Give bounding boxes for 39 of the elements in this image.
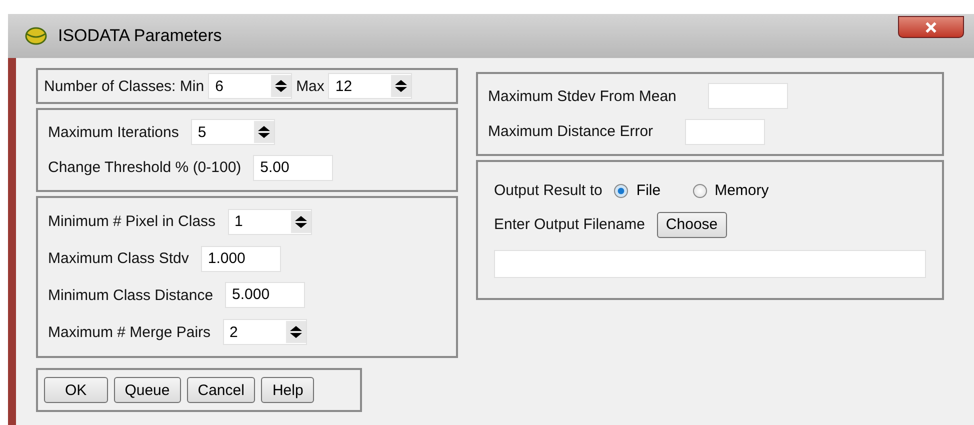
input-field[interactable] [685, 118, 766, 145]
input-field[interactable]: 5.000 [225, 282, 306, 308]
up-down-arrows-icon[interactable] [286, 321, 306, 344]
field-label: Minimum # Pixel in Class [48, 213, 216, 230]
dialog-button[interactable]: Queue [114, 377, 181, 403]
spinner-field[interactable]: 5 [190, 119, 275, 146]
field-label: Maximum Class Stdv [48, 250, 189, 268]
input-field[interactable]: 1.000 [200, 246, 281, 272]
dialog-button[interactable]: Cancel [186, 377, 256, 403]
up-down-arrows-icon[interactable] [290, 210, 311, 233]
field-label: Maximum Iterations [48, 124, 179, 141]
radio-option[interactable]: File [614, 182, 661, 200]
globe-icon [24, 26, 48, 46]
up-down-arrows-icon[interactable] [254, 121, 274, 144]
input-field[interactable] [708, 83, 788, 110]
up-down-arrows-icon[interactable] [271, 75, 292, 97]
spinner-field[interactable]: 2 [222, 319, 307, 346]
input-field[interactable]: 5.00 [253, 154, 334, 181]
field-label: Maximum Stdev From Mean [488, 88, 676, 105]
close-button[interactable] [898, 16, 964, 38]
spinner-field[interactable]: 6 [208, 73, 292, 99]
up-down-arrows-icon[interactable] [391, 75, 412, 97]
field-label: Max [296, 78, 324, 94]
dialog-button[interactable]: OK [44, 377, 108, 403]
dialog-button[interactable]: Help [261, 377, 314, 403]
spinner-field[interactable]: 1 [228, 208, 312, 235]
filename-field[interactable] [494, 250, 926, 278]
field-label: Enter Output Filename [494, 216, 645, 233]
choose-button[interactable]: Choose [656, 212, 727, 238]
field-label: Output Result to [494, 182, 602, 200]
field-label: Minimum Class Distance [48, 286, 214, 304]
close-icon[interactable] [924, 22, 938, 32]
window-title: ISODATA Parameters [58, 26, 222, 46]
field-label: Maximum Distance Error [488, 123, 654, 140]
radio-option[interactable]: Memory [692, 182, 769, 200]
field-label: Number of Classes: Min [44, 78, 204, 94]
spinner-field[interactable]: 12 [328, 73, 412, 99]
field-label: Maximum # Merge Pairs [48, 324, 211, 341]
field-label: Change Threshold % (0-100) [48, 159, 242, 176]
